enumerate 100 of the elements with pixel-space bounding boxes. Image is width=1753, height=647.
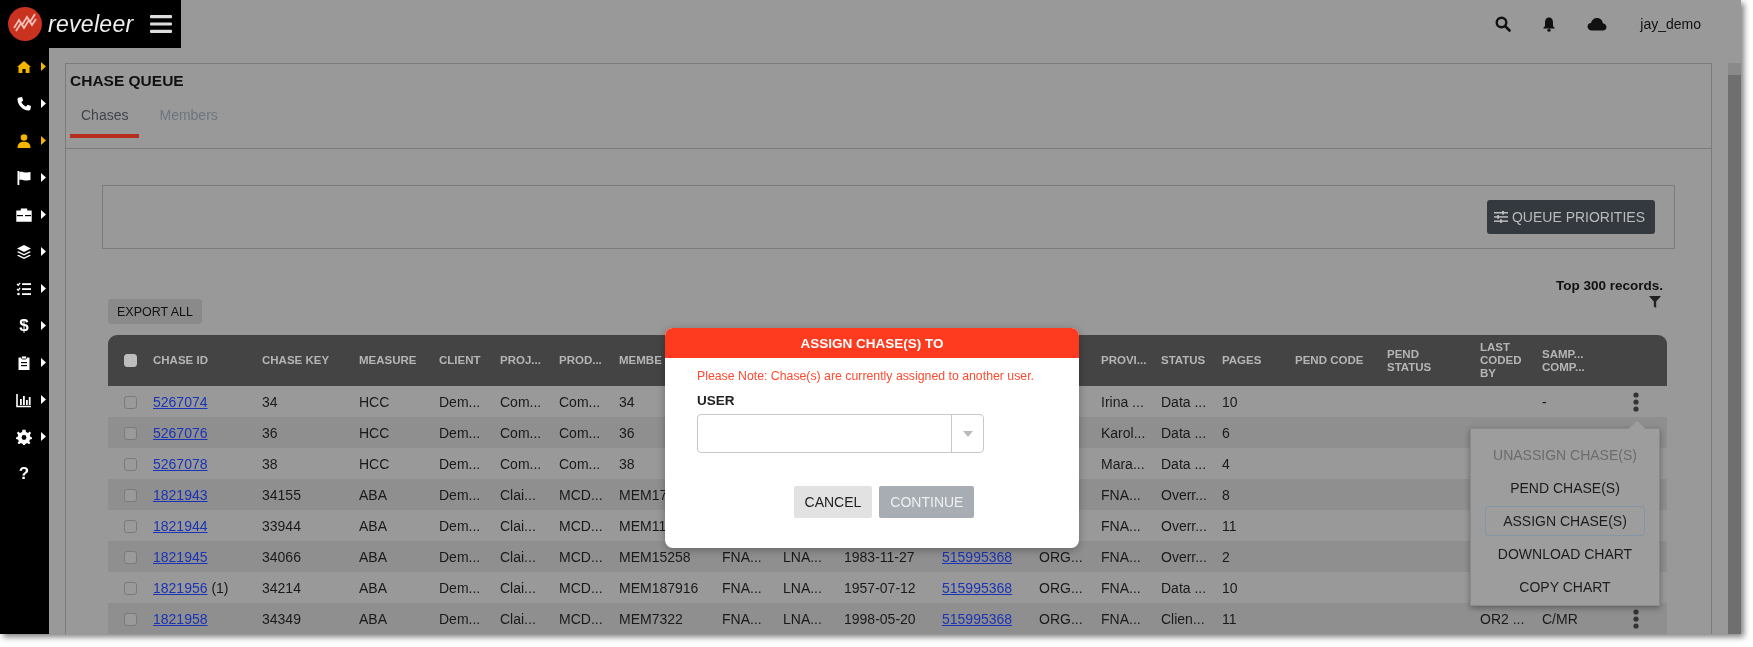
link[interactable]: 1821944 bbox=[153, 517, 208, 534]
bell-icon[interactable] bbox=[1542, 16, 1557, 32]
menu-item[interactable]: PEND CHASE(S) bbox=[1485, 473, 1645, 503]
table-cell: ABA bbox=[359, 486, 387, 503]
row-checkbox[interactable] bbox=[124, 396, 137, 410]
table-cell: Karol... bbox=[1101, 424, 1146, 441]
table-cell: FNA... bbox=[722, 579, 762, 596]
row-checkbox[interactable] bbox=[124, 582, 137, 596]
menu-item[interactable]: DOWNLOAD CHART bbox=[1485, 539, 1645, 569]
row-checkbox[interactable] bbox=[124, 427, 137, 441]
table-cell: FNA... bbox=[722, 548, 762, 565]
caret-icon[interactable] bbox=[41, 358, 46, 367]
more-options-icon[interactable] bbox=[1633, 608, 1639, 629]
tab[interactable]: Chases bbox=[70, 107, 140, 138]
column-header[interactable]: CLIENT bbox=[439, 354, 481, 367]
warning-text: Please Note: Chase(s) are currently assigned to another user. bbox=[697, 369, 1035, 383]
column-header[interactable]: STATUS bbox=[1161, 354, 1206, 367]
menu-item[interactable]: ASSIGN CHASE(S) bbox=[1485, 506, 1645, 536]
column-header[interactable]: PROVI... bbox=[1101, 354, 1147, 367]
link[interactable]: 5267078 bbox=[153, 455, 208, 472]
flag-icon[interactable] bbox=[16, 169, 32, 186]
record-count: Top 300 records. bbox=[1554, 278, 1664, 293]
user-name[interactable]: jay_demo bbox=[1640, 16, 1701, 32]
caret-icon[interactable] bbox=[41, 99, 46, 108]
table-cell: Com... bbox=[559, 455, 601, 472]
settings-icon[interactable] bbox=[16, 428, 32, 445]
table-cell: - bbox=[1542, 393, 1547, 410]
scrollbar[interactable] bbox=[1728, 63, 1741, 634]
column-header[interactable]: MEASURE bbox=[359, 354, 417, 367]
column-header[interactable]: CHASE ID bbox=[153, 354, 208, 367]
row-checkbox[interactable] bbox=[124, 520, 137, 534]
user-icon[interactable] bbox=[16, 132, 32, 149]
table-cell: 1957-07-12 bbox=[844, 579, 916, 596]
menu-icon[interactable] bbox=[149, 15, 172, 33]
table-cell: MCD... bbox=[559, 548, 603, 565]
sidebar-item[interactable]: ? bbox=[16, 463, 32, 484]
brand-name: reveleer bbox=[48, 10, 134, 38]
clipboard-icon[interactable] bbox=[16, 354, 32, 371]
table-cell: 10 bbox=[1222, 393, 1238, 410]
row-checkbox[interactable] bbox=[124, 458, 137, 472]
row-checkbox[interactable] bbox=[124, 551, 137, 565]
table-cell: Mara... bbox=[1101, 455, 1145, 472]
column-header[interactable]: PROJ... bbox=[500, 354, 541, 367]
select-all-checkbox[interactable] bbox=[124, 354, 137, 368]
table-cell: MCD... bbox=[559, 517, 603, 534]
row-checkbox[interactable] bbox=[124, 613, 137, 627]
row-checkbox[interactable] bbox=[124, 489, 137, 503]
sidebar-item[interactable]: $ bbox=[16, 315, 32, 336]
caret-icon[interactable] bbox=[41, 62, 46, 71]
caret-icon[interactable] bbox=[41, 321, 46, 330]
filter-icon[interactable] bbox=[1649, 296, 1661, 308]
checklist-icon[interactable] bbox=[16, 280, 32, 297]
table-cell: Dem... bbox=[439, 517, 481, 534]
table-cell: 34155 bbox=[262, 486, 301, 503]
table-cell: 11 bbox=[1222, 610, 1237, 627]
link[interactable]: 5267074 bbox=[153, 393, 208, 410]
table-cell: Dem... bbox=[439, 455, 481, 472]
table-cell: FNA... bbox=[1101, 579, 1141, 596]
caret-icon[interactable] bbox=[41, 173, 46, 182]
column-header[interactable]: PROD... bbox=[559, 354, 602, 367]
table-cell: MEM15258 bbox=[619, 548, 691, 565]
table-cell: ABA bbox=[359, 610, 387, 627]
table-cell: 34066 bbox=[262, 548, 301, 565]
caret-icon[interactable] bbox=[41, 395, 46, 404]
table-cell: ABA bbox=[359, 517, 387, 534]
briefcase-icon[interactable] bbox=[16, 206, 32, 223]
link[interactable]: 1821956 bbox=[153, 579, 208, 596]
table-cell: 34214 bbox=[262, 579, 301, 596]
queue-priorities-button[interactable]: QUEUE PRIORITIES bbox=[1486, 200, 1655, 234]
cancel-button[interactable]: CANCEL bbox=[793, 486, 873, 518]
table-cell: Dem... bbox=[439, 579, 481, 596]
bar-chart-icon[interactable] bbox=[16, 391, 32, 408]
table-cell: Data ... bbox=[1161, 393, 1207, 410]
table-cell: Com... bbox=[500, 455, 542, 472]
table-cell: C/MR bbox=[1542, 610, 1578, 627]
caret-icon[interactable] bbox=[41, 136, 46, 145]
cloud-icon[interactable] bbox=[1587, 17, 1608, 31]
more-options-icon[interactable] bbox=[1633, 391, 1639, 412]
column-header[interactable]: MEMBE bbox=[619, 354, 662, 367]
menu-item[interactable]: COPY CHART bbox=[1485, 572, 1645, 602]
caret-icon[interactable] bbox=[41, 210, 46, 219]
column-header[interactable]: PAGES bbox=[1222, 354, 1262, 367]
layers-icon[interactable] bbox=[16, 243, 32, 260]
table-cell: Clai... bbox=[500, 548, 536, 565]
export-all-button[interactable]: EXPORT ALL bbox=[108, 299, 202, 324]
home-icon[interactable] bbox=[16, 58, 32, 75]
table-cell: FNA... bbox=[1101, 610, 1141, 627]
table-cell: Dem... bbox=[439, 486, 481, 503]
search-icon[interactable] bbox=[1495, 16, 1512, 32]
column-header[interactable]: CHASE KEY bbox=[262, 354, 330, 367]
caret-icon[interactable] bbox=[41, 432, 46, 441]
table-cell: 36 bbox=[619, 424, 635, 441]
phone-icon[interactable] bbox=[16, 95, 32, 112]
caret-icon[interactable] bbox=[41, 247, 46, 256]
table-cell: MEM7322 bbox=[619, 610, 683, 627]
table-cell: ORG... bbox=[1039, 579, 1083, 596]
table-cell: MEM17 bbox=[619, 486, 668, 503]
link[interactable]: 515995368 bbox=[942, 579, 1013, 596]
column-header[interactable]: PEND CODE bbox=[1295, 354, 1364, 367]
caret-icon[interactable] bbox=[41, 284, 46, 293]
